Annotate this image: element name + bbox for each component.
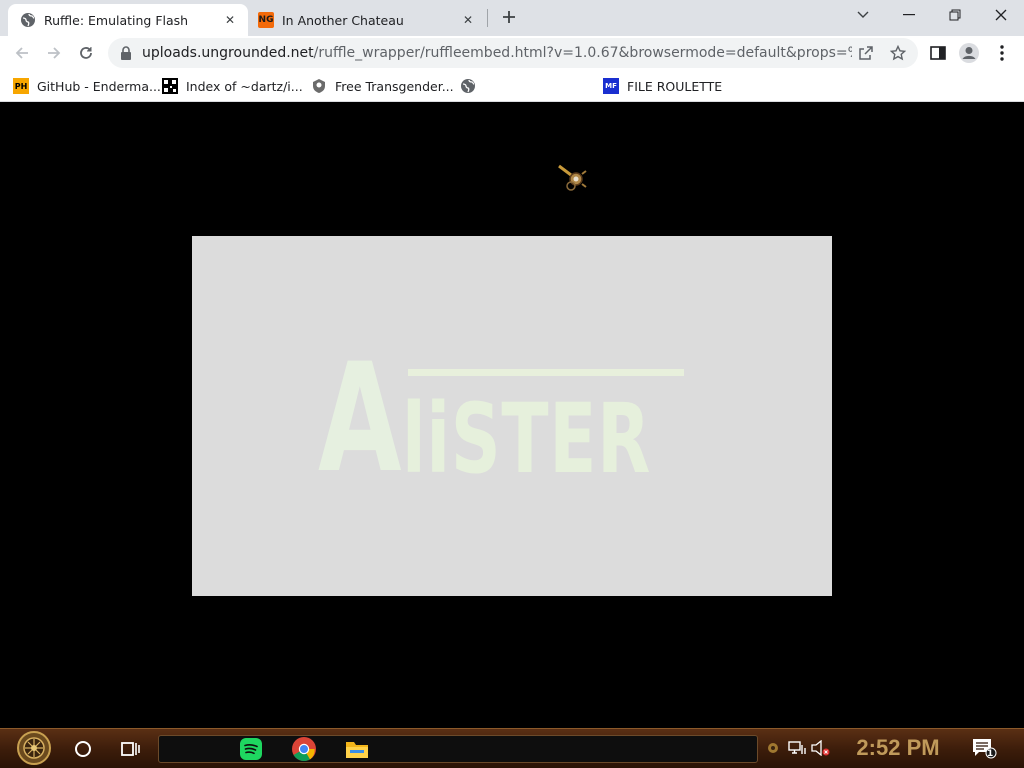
back-button[interactable]: [8, 39, 36, 67]
plus-icon: [503, 11, 515, 23]
address-bar[interactable]: uploads.ungrounded.net/ruffle_wrapper/ru…: [108, 38, 918, 68]
more-vert-icon: [1000, 45, 1004, 61]
forward-button[interactable]: [40, 39, 68, 67]
new-tab-button[interactable]: [497, 5, 521, 29]
tab-in-another-chateau[interactable]: NG In Another Chateau ✕: [248, 4, 486, 36]
url-host: uploads.ungrounded.net: [142, 45, 314, 61]
ph-icon: PH: [13, 78, 29, 94]
tab-title: In Another Chateau: [282, 12, 404, 28]
close-icon: [995, 9, 1007, 21]
clock[interactable]: 2:52 PM: [846, 734, 950, 762]
bookmark-label: Free Transgender...: [335, 78, 454, 94]
browser-toolbar: uploads.ungrounded.net/ruffle_wrapper/ru…: [0, 36, 1024, 70]
restore-button[interactable]: [932, 0, 978, 30]
user-icon: [959, 43, 979, 63]
bookmark-4[interactable]: [460, 76, 484, 96]
bookmark-file-roulette[interactable]: MF FILE ROULETTE: [603, 76, 722, 96]
steampunk-cursor-icon: [558, 164, 587, 191]
search-button[interactable]: [67, 733, 99, 765]
lock-icon: [121, 46, 131, 60]
side-panel-icon[interactable]: [926, 41, 950, 65]
task-view-button[interactable]: [114, 733, 146, 765]
flag-icon: MF: [603, 78, 619, 94]
bookmark-github[interactable]: PH GitHub - Enderma...: [13, 76, 161, 96]
bookmark-label: GitHub - Enderma...: [37, 78, 161, 94]
file-explorer-icon[interactable]: [340, 735, 374, 763]
volume-muted-icon[interactable]: [810, 737, 832, 759]
notification-center-icon[interactable]: 1: [970, 737, 998, 759]
close-tab-icon[interactable]: ✕: [222, 12, 238, 28]
globe-icon: [20, 12, 36, 28]
bookmarks-bar: PH GitHub - Enderma... Index of ~dartz/i…: [0, 70, 1024, 102]
ng-icon: NG: [258, 12, 274, 28]
star-icon[interactable]: [887, 42, 909, 64]
chevron-down-icon: [857, 11, 869, 18]
tab-search-button[interactable]: [840, 0, 886, 30]
logo-bar: [408, 369, 684, 376]
minimize-icon: [903, 14, 915, 16]
bookmark-index[interactable]: Index of ~dartz/i...: [162, 76, 303, 96]
profile-avatar[interactable]: [957, 41, 981, 65]
bookmark-free-transgender[interactable]: Free Transgender...: [311, 76, 454, 96]
tab-strip: Ruffle: Emulating Flash ✕ NG In Another …: [0, 0, 1024, 36]
globe-icon: [460, 78, 476, 94]
menu-button[interactable]: [990, 41, 1014, 65]
tab-ruffle[interactable]: Ruffle: Emulating Flash ✕: [8, 4, 248, 36]
taskbar: 2:52 PM 1: [0, 728, 1024, 768]
reload-button[interactable]: [72, 39, 100, 67]
qr-icon: [162, 78, 178, 94]
close-tab-icon[interactable]: ✕: [460, 12, 476, 28]
gear-tray-icon[interactable]: [762, 737, 784, 759]
logo-text-a: A: [318, 332, 402, 506]
reload-icon: [80, 47, 92, 59]
flash-player[interactable]: A liSTER: [192, 236, 832, 596]
chrome-icon[interactable]: [287, 735, 321, 763]
logo-text-rest: liSTER: [402, 383, 652, 495]
start-gear-icon: [17, 731, 51, 765]
arrow-left-icon: [15, 47, 28, 59]
notification-count-badge: 1: [987, 749, 994, 759]
url-path: /ruffle_wrapper/ruffleembed.html?v=1.0.6…: [313, 45, 852, 61]
start-button[interactable]: [10, 731, 58, 765]
tab-divider: [487, 9, 488, 27]
cortana-circle-icon: [75, 741, 91, 757]
arrow-right-icon: [48, 47, 61, 59]
spotify-icon[interactable]: [234, 735, 268, 763]
task-view-icon: [121, 742, 140, 756]
close-window-button[interactable]: [978, 0, 1024, 30]
bookmark-label: Index of ~dartz/i...: [186, 78, 303, 94]
tab-title: Ruffle: Emulating Flash: [44, 12, 189, 28]
share-icon[interactable]: [855, 42, 877, 64]
page-content: A liSTER: [0, 102, 1024, 728]
badge-icon: [311, 78, 327, 94]
minimize-button[interactable]: [886, 0, 932, 30]
url-text[interactable]: uploads.ungrounded.net/ruffle_wrapper/ru…: [142, 45, 852, 61]
bookmark-label: FILE ROULETTE: [627, 78, 723, 94]
network-icon[interactable]: [786, 737, 808, 759]
restore-icon: [949, 9, 961, 21]
